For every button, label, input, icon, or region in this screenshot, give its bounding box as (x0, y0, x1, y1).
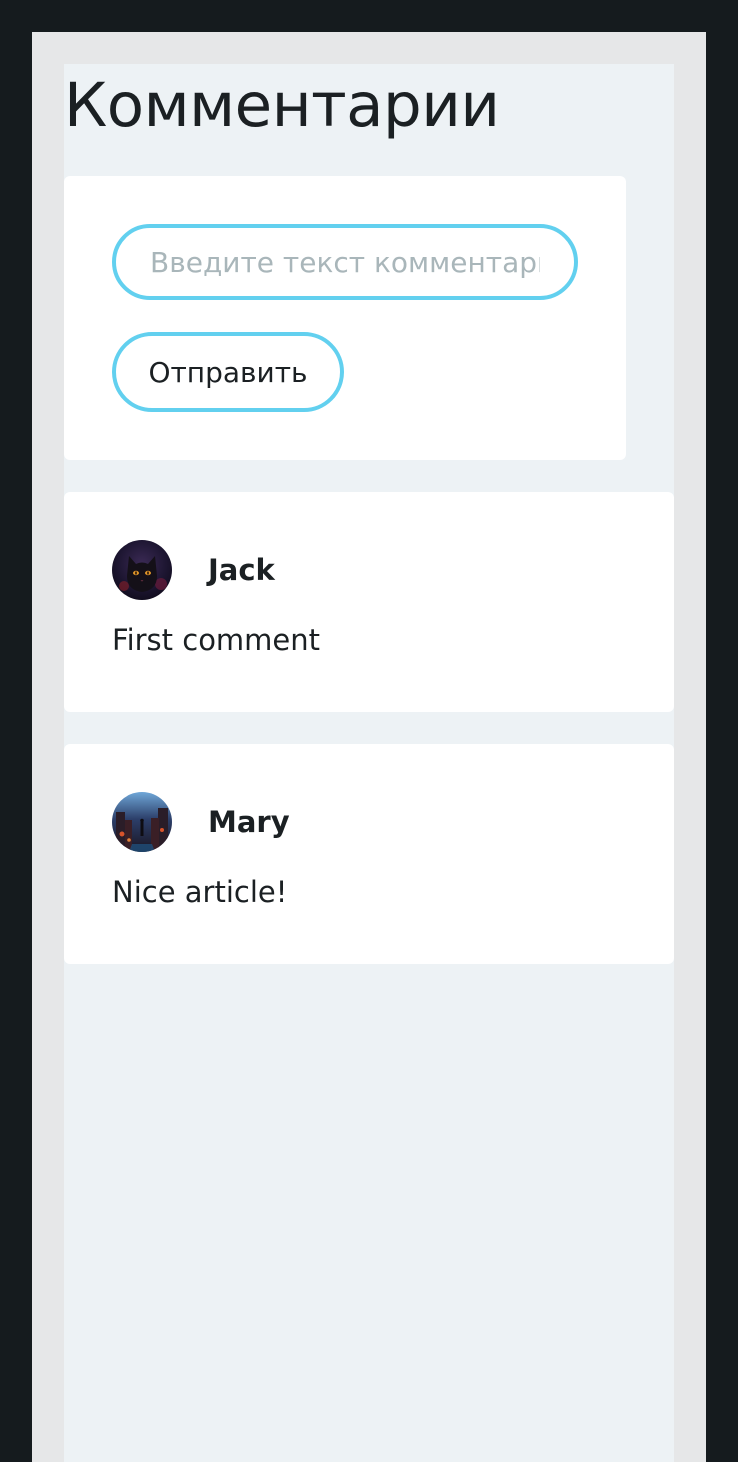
app-frame: Комментарии Отправить (32, 32, 706, 1462)
comment-text-input[interactable] (112, 224, 578, 300)
submit-comment-button[interactable]: Отправить (112, 332, 344, 412)
comment-author: Mary (208, 805, 290, 839)
comment-card: Jack First comment (64, 492, 674, 712)
page-title: Комментарии (64, 70, 500, 141)
comment-form-card: Отправить (64, 176, 626, 460)
black-cat-avatar-icon (112, 540, 172, 600)
comments-page: Комментарии Отправить (64, 64, 674, 1462)
comment-text: First comment (112, 623, 321, 657)
comment-card: Mary Nice article! (64, 744, 674, 964)
comment-author: Jack (208, 553, 275, 587)
comment-text: Nice article! (112, 875, 288, 909)
night-city-avatar-icon (112, 792, 172, 852)
